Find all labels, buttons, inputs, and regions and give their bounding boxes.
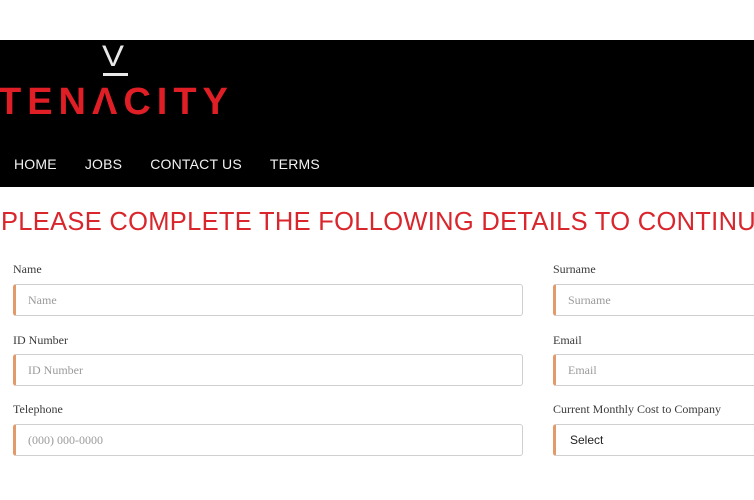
page-title: PLEASE COMPLETE THE FOLLOWING DETAILS TO… xyxy=(1,208,754,236)
nav-terms[interactable]: TERMS xyxy=(270,154,320,174)
logo-v-mark: V xyxy=(101,40,125,73)
nav-contact-us[interactable]: CONTACT US xyxy=(150,154,242,174)
logo-underline xyxy=(103,73,128,76)
logo-wordmark: TENΛCITY xyxy=(0,81,234,123)
telephone-input[interactable] xyxy=(13,424,523,456)
surname-input[interactable] xyxy=(553,284,754,316)
name-label: Name xyxy=(13,262,42,276)
monthly-cost-label: Current Monthly Cost to Company xyxy=(553,402,721,416)
main-nav: HOME JOBS CONTACT US TERMS xyxy=(14,154,348,174)
email-label: Email xyxy=(553,333,582,347)
id-number-input[interactable] xyxy=(13,354,523,386)
name-input[interactable] xyxy=(13,284,523,316)
surname-label: Surname xyxy=(553,262,596,276)
telephone-label: Telephone xyxy=(13,402,63,416)
monthly-cost-select[interactable]: Select xyxy=(553,424,754,456)
nav-jobs[interactable]: JOBS xyxy=(85,154,122,174)
email-input[interactable] xyxy=(553,354,754,386)
site-header: V TENΛCITY HOME JOBS CONTACT US TERMS xyxy=(0,40,754,187)
id-number-label: ID Number xyxy=(13,333,68,347)
nav-home[interactable]: HOME xyxy=(14,154,57,174)
tenacity-logo[interactable]: V TENΛCITY xyxy=(0,40,260,123)
